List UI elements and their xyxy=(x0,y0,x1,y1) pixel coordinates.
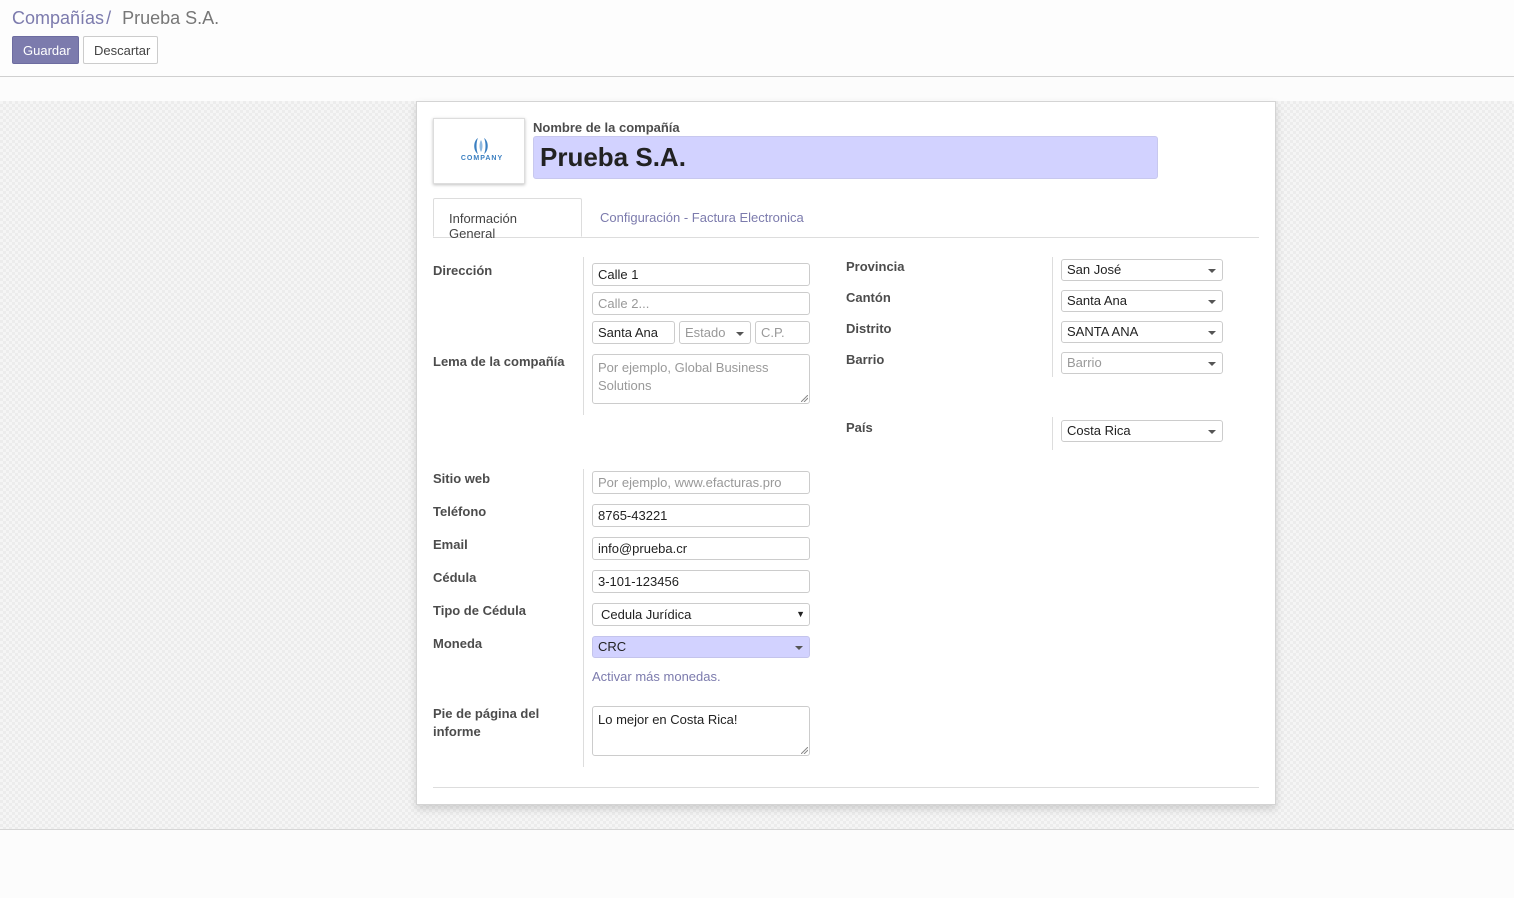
country-label: País xyxy=(846,420,873,435)
control-panel: Compañías / Prueba S.A. Guardar Descartar xyxy=(0,0,1514,77)
district-value: SANTA ANA xyxy=(1067,324,1139,339)
address-label: Dirección xyxy=(433,263,493,278)
canton-value: Santa Ana xyxy=(1067,293,1127,308)
zip-input[interactable]: C.P. xyxy=(755,321,810,344)
company-logo[interactable]: COMPANY xyxy=(433,118,525,184)
company-name-label: Nombre de la compañía xyxy=(533,120,680,135)
state-select[interactable]: Estado xyxy=(679,321,751,344)
chevron-down-icon xyxy=(1208,362,1216,366)
resize-grip-icon[interactable] xyxy=(801,747,808,754)
slogan-input[interactable]: Por ejemplo, Global Business Solutions xyxy=(592,354,810,404)
province-label: Provincia xyxy=(846,259,905,274)
save-button[interactable]: Guardar xyxy=(12,36,79,64)
report-footer-label: Pie de página del informe xyxy=(433,706,540,739)
currency-value: CRC xyxy=(598,639,627,654)
website-input[interactable]: Por ejemplo, www.efacturas.pro xyxy=(592,471,810,494)
form-sheet: COMPANY Nombre de la compañía Prueba S.A… xyxy=(416,101,1276,805)
country-value: Costa Rica xyxy=(1067,423,1131,438)
id-type-label: Tipo de Cédula xyxy=(433,603,526,618)
report-footer-value: Lo mejor en Costa Rica! xyxy=(598,712,738,727)
divider-right-1 xyxy=(1052,257,1053,377)
chevron-down-icon xyxy=(1208,269,1216,273)
slogan-placeholder: Por ejemplo, Global Business Solutions xyxy=(598,360,769,393)
company-logo-text: COMPANY xyxy=(460,155,504,162)
select-arrow-icon: ▼ xyxy=(796,609,805,619)
district-label: Distrito xyxy=(846,321,892,336)
breadcrumb: Compañías / Prueba S.A. xyxy=(12,8,219,29)
city-input[interactable]: Santa Ana xyxy=(592,321,675,344)
slogan-label: Lema de la compañía xyxy=(433,354,565,369)
country-select[interactable]: Costa Rica xyxy=(1061,420,1223,442)
divider-left-1 xyxy=(583,257,584,415)
province-select[interactable]: San José xyxy=(1061,259,1223,281)
discard-button[interactable]: Descartar xyxy=(83,36,158,64)
company-logo-icon xyxy=(474,138,488,154)
resize-grip-icon[interactable] xyxy=(801,395,808,402)
barrio-label: Barrio xyxy=(846,352,885,367)
divider-left-2 xyxy=(583,469,584,767)
email-label: Email xyxy=(433,537,468,552)
breadcrumb-separator: / xyxy=(106,8,112,28)
breadcrumb-current: Prueba S.A. xyxy=(122,8,220,28)
id-type-select[interactable]: Cedula Jurídica ▼ xyxy=(592,603,810,626)
chevron-down-icon xyxy=(795,646,803,650)
province-value: San José xyxy=(1067,262,1122,277)
canton-label: Cantón xyxy=(846,290,891,305)
breadcrumb-parent-link[interactable]: Compañías xyxy=(12,8,104,28)
currency-label: Moneda xyxy=(433,636,483,651)
chevron-down-icon xyxy=(1208,300,1216,304)
chevron-down-icon xyxy=(736,332,744,336)
report-footer-input[interactable]: Lo mejor en Costa Rica! xyxy=(592,706,810,756)
barrio-select[interactable]: Barrio xyxy=(1061,352,1223,374)
street-input[interactable]: Calle 1 xyxy=(592,263,810,286)
id-label: Cédula xyxy=(433,570,477,585)
barrio-placeholder: Barrio xyxy=(1067,355,1102,370)
email-input[interactable]: info@prueba.cr xyxy=(592,537,810,560)
street2-input[interactable]: Calle 2... xyxy=(592,292,810,315)
form-tabs: Información General Configuración - Fact… xyxy=(433,198,1259,241)
chevron-down-icon xyxy=(1208,331,1216,335)
divider-right-2 xyxy=(1052,417,1053,450)
activate-currencies-link[interactable]: Activar más monedas. xyxy=(592,669,721,684)
currency-select[interactable]: CRC xyxy=(592,636,810,658)
tab-einvoice-config[interactable]: Configuración - Factura Electronica xyxy=(585,198,819,237)
company-name-input[interactable]: Prueba S.A. xyxy=(533,136,1158,179)
form-bottom-divider xyxy=(433,787,1259,788)
phone-label: Teléfono xyxy=(433,504,487,519)
phone-input[interactable]: 8765-43221 xyxy=(592,504,810,527)
id-type-value: Cedula Jurídica xyxy=(601,607,692,622)
district-select[interactable]: SANTA ANA xyxy=(1061,321,1223,343)
id-input[interactable]: 3-101-123456 xyxy=(592,570,810,593)
state-select-placeholder: Estado xyxy=(685,325,726,340)
canton-select[interactable]: Santa Ana xyxy=(1061,290,1223,312)
tab-general-info[interactable]: Información General xyxy=(433,198,582,241)
chevron-down-icon xyxy=(1208,430,1216,434)
website-label: Sitio web xyxy=(433,471,491,486)
